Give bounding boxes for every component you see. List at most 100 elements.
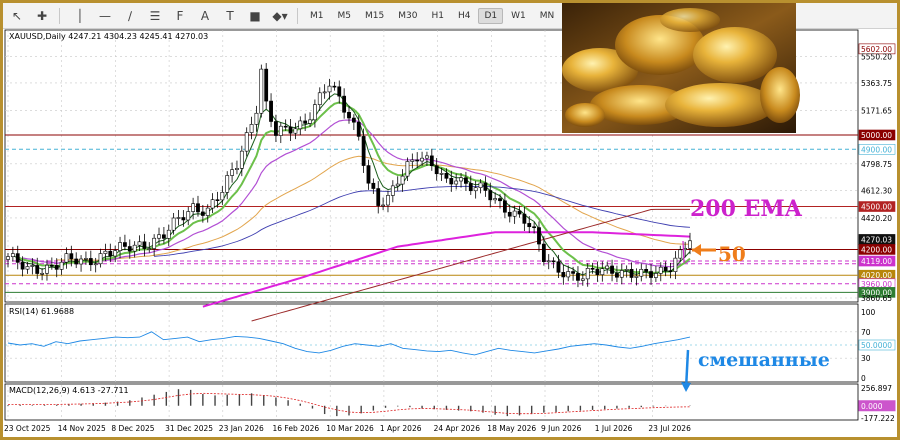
candle-body xyxy=(137,241,142,246)
macd-axis-label: -177.222 xyxy=(861,414,895,423)
candle-body xyxy=(200,211,205,216)
candle-body xyxy=(220,192,225,201)
candle-body xyxy=(191,203,196,212)
macd-axis-label: 0.000 xyxy=(861,402,883,411)
price-label: 5363.75 xyxy=(861,79,892,88)
candle-body xyxy=(610,265,614,274)
candle-body xyxy=(347,111,351,119)
candle-body xyxy=(210,199,215,209)
candle-body xyxy=(405,161,410,177)
candle-body xyxy=(532,226,537,229)
candle-body xyxy=(288,126,293,134)
candle-body xyxy=(381,204,386,207)
candle-body xyxy=(629,269,634,278)
candle-body xyxy=(454,180,459,185)
candle-body xyxy=(30,265,35,267)
candle-body xyxy=(356,121,361,137)
candle-body xyxy=(653,273,658,278)
rsi-axis-label: 30 xyxy=(861,354,871,363)
candle-body xyxy=(35,265,40,274)
rsi-axis-label: 0 xyxy=(861,374,866,383)
candle-body xyxy=(69,253,74,260)
candle-body xyxy=(264,68,269,102)
candle-body xyxy=(468,183,473,192)
candle-body xyxy=(303,120,308,124)
price-label: 3860.65 xyxy=(861,294,892,303)
price-label: 5550.20 xyxy=(861,52,892,61)
candle-body xyxy=(274,121,278,136)
price-label: 5000.00 xyxy=(861,131,892,140)
gold-nuggets-photo xyxy=(562,3,800,133)
candle-body xyxy=(45,264,49,274)
candle-body xyxy=(488,190,493,201)
candle-body xyxy=(507,211,512,217)
candle-body xyxy=(688,240,692,249)
candle-body xyxy=(15,253,20,263)
candle-body xyxy=(84,258,88,260)
candle-body xyxy=(312,104,317,121)
candle-body xyxy=(176,217,181,219)
candle-body xyxy=(605,265,610,269)
date-label: 23 Oct 2025 xyxy=(4,424,51,433)
candle-body xyxy=(634,275,639,278)
candle-body xyxy=(244,132,249,152)
price-label: 4420.20 xyxy=(861,214,892,223)
candle-body xyxy=(225,175,230,193)
candle-body xyxy=(390,185,395,196)
price-label: 4270.03 xyxy=(861,235,892,244)
candle-body xyxy=(298,120,303,130)
candle-body xyxy=(171,217,176,231)
date-axis: 23 Oct 2025 14 Nov 2025 8 Dec 2025 31 Dec 2… xyxy=(4,424,691,433)
candle-body xyxy=(580,278,585,281)
candle-body xyxy=(639,268,644,277)
candle-body xyxy=(332,85,337,88)
candle-body xyxy=(434,165,439,175)
candle-body xyxy=(317,92,322,105)
macd-pane xyxy=(4,383,859,421)
candle-body xyxy=(668,270,673,272)
candle-body xyxy=(415,159,420,162)
candle-body xyxy=(113,250,118,257)
candle-body xyxy=(585,268,590,280)
candle-body xyxy=(400,175,405,185)
candle-body xyxy=(420,157,424,162)
candle-body xyxy=(88,258,93,266)
date-label: 1 Apr 2026 xyxy=(380,424,422,433)
candle-body xyxy=(615,273,619,278)
price-label: 4119.00 xyxy=(861,257,892,266)
candle-body xyxy=(522,213,527,224)
candle-body xyxy=(444,173,449,179)
candle-body xyxy=(571,271,575,274)
candle-body xyxy=(40,272,45,275)
candle-body xyxy=(181,217,186,221)
candle-body xyxy=(366,165,371,184)
ema-50-annotation: 50 xyxy=(718,242,746,266)
price-axis: 5602.005550.205363.755171.655000.004900.… xyxy=(858,43,896,303)
candle-body xyxy=(546,260,551,263)
price-chart[interactable]: 1007050.0000300 256.8970.000-177.222 560… xyxy=(0,0,900,440)
candle-body xyxy=(619,270,624,278)
date-label: 18 May 2026 xyxy=(487,424,536,433)
candle-body xyxy=(600,268,605,276)
symbol-title: XAUUSD,Daily 4247.21 4304.23 4245.41 427… xyxy=(9,32,208,41)
candle-body xyxy=(493,198,498,201)
candle-body xyxy=(166,229,171,239)
candle-body xyxy=(10,253,15,257)
candle-body xyxy=(561,272,566,278)
candle-body xyxy=(308,119,312,124)
candle-body xyxy=(118,242,122,251)
candle-body xyxy=(249,124,254,133)
candle-body xyxy=(215,199,220,201)
candle-body xyxy=(196,203,200,213)
candle-body xyxy=(74,258,79,265)
candle-body xyxy=(459,177,463,182)
candle-body xyxy=(322,91,327,94)
candle-body xyxy=(283,125,288,128)
candle-body xyxy=(425,155,429,159)
candle-body xyxy=(327,85,332,93)
candle-body xyxy=(342,95,347,113)
candle-body xyxy=(658,266,663,274)
candle-body xyxy=(541,243,546,262)
candle-body xyxy=(410,159,415,162)
candle-body xyxy=(108,250,113,257)
